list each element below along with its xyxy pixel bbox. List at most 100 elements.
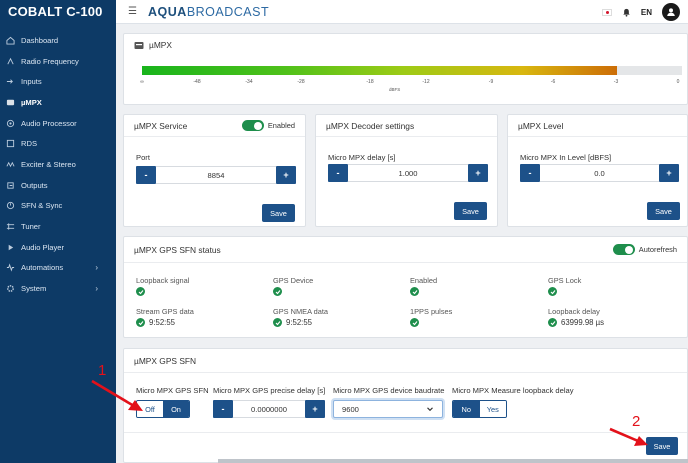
port-label: Port	[136, 153, 150, 162]
check-circle-icon	[548, 318, 557, 327]
meter-scale-tick: -9	[488, 79, 494, 85]
sidebar-item-label: RDS	[21, 139, 38, 149]
gps-delay-decrement-button[interactable]: -	[213, 400, 233, 418]
signal-icon	[6, 57, 15, 66]
gps-status-value: 9:52:55	[136, 318, 175, 327]
level-decrement-button[interactable]: -	[520, 164, 540, 182]
baudrate-label: Micro MPX GPS device baudrate	[333, 386, 445, 395]
sidebar-item-radio-frequency[interactable]: Radio Frequency	[0, 51, 116, 72]
sidebar-item-µmpx[interactable]: µMPX	[0, 92, 116, 113]
sidebar-item-label: SFN & Sync	[21, 201, 63, 211]
logo-light: BROADCAST	[186, 4, 270, 19]
service-title: µMPX Service	[134, 120, 188, 131]
gps-sfn-card: µMPX GPS SFN Micro MPX GPS SFN Off On Mi…	[123, 348, 688, 463]
service-enabled-toggle[interactable]	[241, 120, 264, 131]
mpx-card-title: µMPX	[149, 40, 172, 50]
sidebar-item-label: Audio Processor	[21, 118, 77, 128]
gps-sfn-title: µMPX GPS SFN	[134, 355, 197, 366]
loopback-yes-button[interactable]: Yes	[479, 401, 506, 417]
meter-scale-tick: -28	[297, 79, 305, 85]
decoder-delay-input[interactable]: 1.000	[348, 164, 468, 182]
baudrate-value: 9600	[342, 404, 359, 414]
check-circle-icon	[548, 287, 557, 296]
input-icon	[6, 77, 15, 86]
port-decrement-button[interactable]: -	[136, 166, 156, 184]
gps-status-value	[410, 318, 419, 327]
sidebar-item-audio-processor[interactable]: Audio Processor	[0, 113, 116, 134]
mpx-service-card: µMPX Service Enabled Port - 8854 + Save	[123, 114, 306, 227]
player-icon	[6, 243, 15, 252]
meter-scale-tick: -6	[550, 79, 556, 85]
bell-icon[interactable]	[622, 8, 631, 17]
device-name: COBALT C-100	[8, 4, 103, 19]
user-menu-button[interactable]	[662, 3, 680, 21]
port-increment-button[interactable]: +	[276, 166, 296, 184]
hamburger-menu-icon[interactable]: ☰	[128, 6, 138, 17]
sidebar-item-system[interactable]: System ›	[0, 278, 116, 299]
brand-logo: AQUABROADCAST	[148, 5, 269, 19]
gps-sfn-status-card: µMPX GPS SFN status Autorefresh Loopback…	[123, 236, 688, 338]
decoder-save-button[interactable]: Save	[454, 202, 487, 220]
check-circle-icon	[410, 287, 419, 296]
sidebar-item-outputs[interactable]: Outputs	[0, 175, 116, 196]
sidebar-item-sfn-sync[interactable]: SFN & Sync	[0, 196, 116, 217]
mpx-level-meter	[142, 66, 682, 75]
autorefresh-label: Autorefresh	[638, 245, 677, 254]
decoder-delay-decrement-button[interactable]: -	[328, 164, 348, 182]
decoder-delay-stepper: - 1.000 +	[328, 164, 488, 182]
sidebar-item-label: Dashboard	[21, 35, 59, 45]
level-stepper: - 0.0 +	[520, 164, 679, 182]
output-icon	[6, 181, 15, 190]
sidebar-item-tuner[interactable]: Tuner	[0, 216, 116, 237]
port-input[interactable]: 8854	[156, 166, 276, 184]
sfn-on-button[interactable]: On	[163, 401, 189, 417]
chevron-right-icon: ›	[95, 284, 98, 294]
gps-sfn-divider	[124, 432, 687, 433]
sidebar-item-label: Radio Frequency	[21, 56, 79, 66]
language-selector[interactable]: EN	[641, 8, 652, 17]
gps-status-value	[136, 287, 145, 296]
logo-bold: AQUA	[148, 4, 187, 19]
check-circle-icon	[136, 287, 145, 296]
level-increment-button[interactable]: +	[659, 164, 679, 182]
sidebar-item-audio-player[interactable]: Audio Player	[0, 237, 116, 258]
meter-scale-tick: -48	[193, 79, 201, 85]
gps-status-header: µMPX GPS SFN status Autorefresh	[124, 237, 687, 263]
gps-delay-label: Micro MPX GPS precise delay [s]	[213, 386, 326, 395]
level-input-label: Micro MPX In Level [dBFS]	[520, 153, 612, 162]
service-save-button[interactable]: Save	[262, 204, 295, 222]
level-save-button[interactable]: Save	[647, 202, 680, 220]
user-icon	[667, 8, 675, 16]
sidebar-item-dashboard[interactable]: Dashboard	[0, 30, 116, 51]
meter-scale-tick: ∞	[140, 79, 144, 85]
exciter-icon	[6, 160, 15, 169]
loopback-no-button[interactable]: No	[453, 401, 480, 417]
sync-icon	[6, 201, 15, 210]
decoder-delay-increment-button[interactable]: +	[468, 164, 488, 182]
decoder-delay-label: Micro MPX delay [s]	[328, 153, 396, 162]
processor-icon	[6, 119, 15, 128]
gps-delay-input[interactable]: 0.0000000	[233, 400, 305, 418]
flag-icon[interactable]	[601, 8, 612, 16]
check-circle-icon	[273, 287, 282, 296]
gps-sfn-save-button[interactable]: Save	[646, 437, 678, 455]
autorefresh-toggle[interactable]	[612, 244, 635, 255]
gps-delay-increment-button[interactable]: +	[305, 400, 325, 418]
gps-status-value: 9:52:55	[273, 318, 312, 327]
check-circle-icon	[136, 318, 145, 327]
sidebar-item-inputs[interactable]: Inputs	[0, 71, 116, 92]
horizontal-scrollbar[interactable]	[218, 459, 688, 463]
gps-status-text: 9:52:55	[286, 318, 313, 327]
port-stepper: - 8854 +	[136, 166, 296, 184]
level-input[interactable]: 0.0	[540, 164, 659, 182]
baudrate-select[interactable]: 9600	[333, 400, 443, 418]
loopback-toggle-group: No Yes	[452, 400, 507, 418]
meter-scale-tick: -18	[366, 79, 374, 85]
sidebar-item-exciter-stereo[interactable]: Exciter & Stereo	[0, 154, 116, 175]
mpx-meter-fill	[142, 66, 618, 75]
meter-scale-tick: -3	[613, 79, 619, 85]
sidebar-item-rds[interactable]: RDS	[0, 133, 116, 154]
sidebar-item-label: System	[21, 284, 47, 294]
rds-icon	[6, 139, 15, 148]
sidebar-item-automations[interactable]: Automations ›	[0, 258, 116, 279]
